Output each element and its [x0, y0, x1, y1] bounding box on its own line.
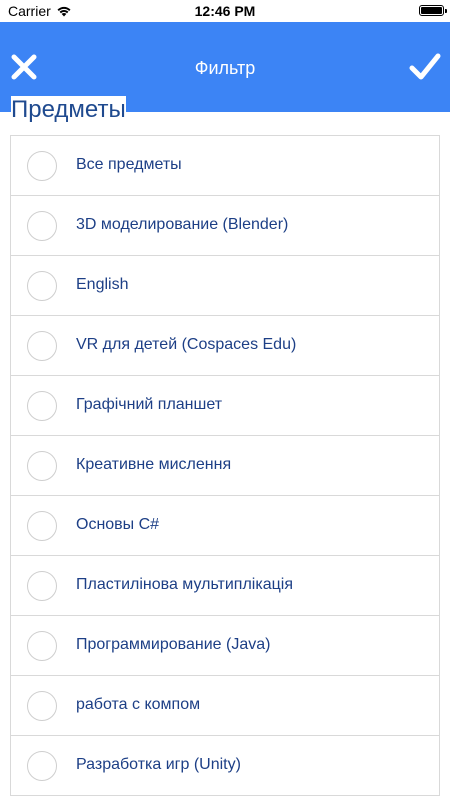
radio-button[interactable] [27, 451, 57, 481]
radio-button[interactable] [27, 391, 57, 421]
radio-button[interactable] [27, 571, 57, 601]
radio-button[interactable] [27, 691, 57, 721]
list-item[interactable]: English [11, 256, 439, 316]
radio-button[interactable] [27, 211, 57, 241]
battery-icon [419, 5, 447, 16]
list-item-label: Программирование (Java) [76, 636, 271, 653]
radio-button[interactable] [27, 511, 57, 541]
list-item-label: VR для детей (Cospaces Edu) [76, 336, 297, 353]
list-item-label: Креативне мислення [76, 456, 232, 473]
list-item[interactable]: Основы C# [11, 496, 439, 556]
list-item[interactable]: Все предметы [11, 136, 439, 196]
radio-button[interactable] [27, 751, 57, 781]
apply-filter-button[interactable] [408, 51, 442, 83]
list-item-label: Пластилінова мультиплікація [76, 576, 293, 593]
list-item-label: English [76, 276, 129, 293]
status-bar: Carrier 12:46 PM [0, 0, 450, 22]
radio-button[interactable] [27, 331, 57, 361]
list-item[interactable]: 3D моделирование (Blender) [11, 196, 439, 256]
list-item-label: Все предметы [76, 156, 182, 173]
list-item[interactable]: Программирование (Java) [11, 616, 439, 676]
list-item[interactable]: Разработка игр (Unity) [11, 736, 439, 796]
list-item-label: работа с компом [76, 696, 201, 713]
subject-list: Все предметы 3D моделирование (Blender) En… [10, 135, 440, 796]
list-item[interactable]: Графічний планшет [11, 376, 439, 436]
radio-button[interactable] [27, 151, 57, 181]
radio-button[interactable] [27, 631, 57, 661]
list-item-label: Основы C# [76, 516, 160, 533]
list-item[interactable]: VR для детей (Cospaces Edu) [11, 316, 439, 376]
section-title: Предметы [11, 96, 126, 124]
list-item[interactable]: Пластилінова мультиплікація [11, 556, 439, 616]
radio-button[interactable] [27, 271, 57, 301]
clock: 12:46 PM [194, 3, 256, 19]
checkmark-icon [409, 53, 441, 80]
list-item-label: 3D моделирование (Blender) [76, 216, 289, 233]
list-item[interactable]: Креативне мислення [11, 436, 439, 496]
list-item-label: Разработка игр (Unity) [76, 756, 241, 773]
list-item[interactable]: работа с компом [11, 676, 439, 736]
page-title: Фильтр [194, 58, 256, 78]
list-item-label: Графічний планшет [76, 396, 223, 413]
